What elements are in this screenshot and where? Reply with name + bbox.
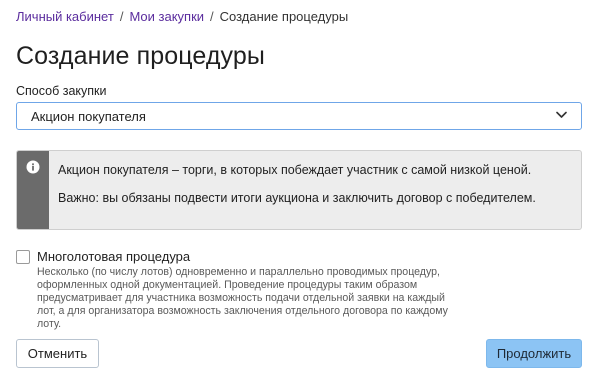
multilot-description: Несколько (по числу лотов) одновременно …: [37, 266, 448, 330]
continue-button[interactable]: Продолжить: [486, 339, 582, 368]
breadcrumb-link-my-purchases[interactable]: Мои закупки: [129, 9, 204, 24]
info-icon: [26, 160, 40, 174]
purchase-method-label: Способ закупки: [16, 84, 107, 98]
multilot-checkbox[interactable]: [16, 250, 30, 264]
chevron-down-icon: [556, 111, 567, 118]
purchase-method-value: Акцион покупателя: [31, 109, 146, 124]
info-stripe: [17, 151, 49, 229]
info-text-description: Акцион покупателя – торги, в которых поб…: [58, 163, 532, 177]
info-text-important: Важно: вы обязаны подвести итоги аукцион…: [58, 191, 536, 205]
breadcrumb-link-personal-account[interactable]: Личный кабинет: [16, 9, 114, 24]
breadcrumb-separator: /: [119, 9, 124, 24]
purchase-method-select[interactable]: Акцион покупателя: [16, 102, 582, 130]
page-title: Создание процедуры: [16, 42, 265, 70]
breadcrumb-separator: /: [210, 9, 214, 24]
multilot-checkbox-label[interactable]: Многолотовая процедура: [37, 249, 190, 264]
breadcrumb: Личный кабинет / Мои закупки / Создание проц…: [16, 9, 348, 24]
breadcrumb-current: Создание процедуры: [219, 9, 349, 24]
cancel-button[interactable]: Отменить: [16, 339, 99, 368]
info-alert: Акцион покупателя – торги, в которых поб…: [16, 150, 582, 230]
